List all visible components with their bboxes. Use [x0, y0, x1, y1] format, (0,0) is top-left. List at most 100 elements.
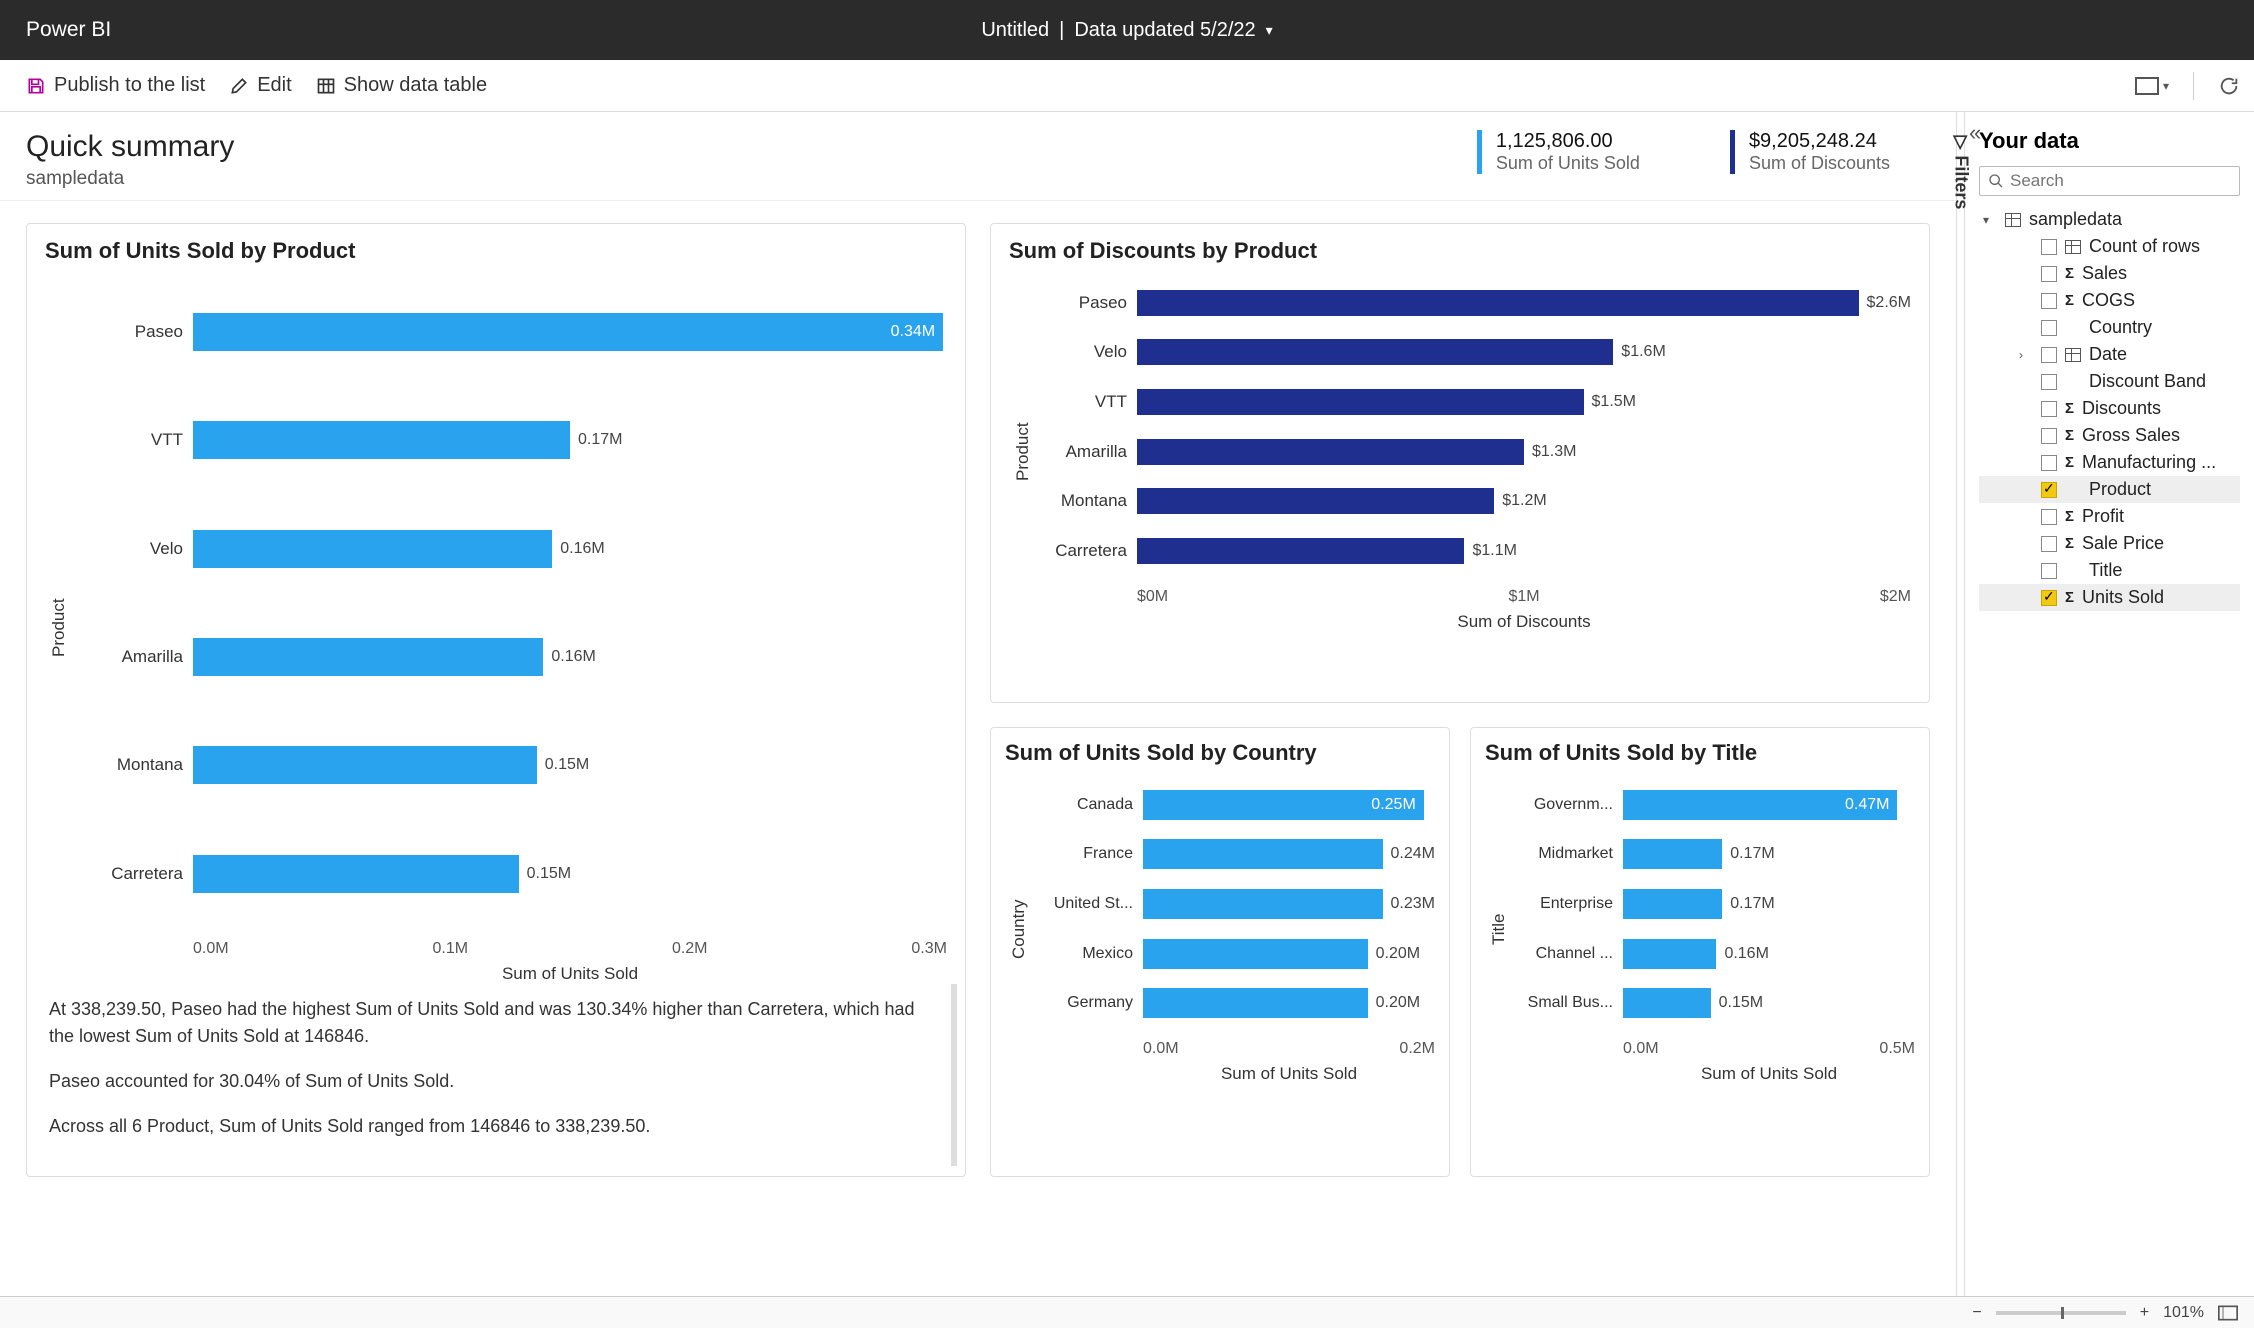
field-gross-sales[interactable]: ΣGross Sales: [1979, 422, 2240, 449]
checkbox[interactable]: [2041, 320, 2057, 336]
category-label: United St...: [1033, 895, 1143, 913]
field-label: Discounts: [2082, 398, 2161, 419]
kpi-discounts[interactable]: $9,205,248.24 Sum of Discounts: [1730, 130, 1890, 174]
sigma-icon: Σ: [2065, 508, 2074, 525]
kpi-value: 1,125,806.00: [1496, 130, 1640, 153]
field-units-sold[interactable]: ΣUnits Sold: [1979, 584, 2240, 611]
edit-button[interactable]: Edit: [217, 68, 303, 103]
x-tick: 0.3M: [911, 940, 947, 958]
field-sale-price[interactable]: ΣSale Price: [1979, 530, 2240, 557]
bar-row[interactable]: Canada0.25M: [1033, 790, 1435, 820]
bar-row[interactable]: United St...0.23M: [1033, 889, 1435, 919]
bar-row[interactable]: Amarilla$1.3M: [1037, 439, 1911, 465]
bar-row[interactable]: Small Bus...0.15M: [1513, 988, 1915, 1018]
chart-discounts-by-product[interactable]: Sum of Discounts by Product Product Pase…: [990, 223, 1930, 703]
bar-row[interactable]: Paseo0.34M: [73, 313, 947, 351]
kpi-units-sold[interactable]: 1,125,806.00 Sum of Units Sold: [1477, 130, 1640, 174]
bars: Governm...0.47M Midmarket0.17M Enterprise0…: [1513, 774, 1915, 1034]
category-label: Montana: [73, 755, 193, 775]
bar-row[interactable]: Velo$1.6M: [1037, 339, 1911, 365]
bar-row[interactable]: Mexico0.20M: [1033, 939, 1435, 969]
value-label: 0.16M: [551, 648, 595, 666]
refresh-button[interactable]: [2218, 75, 2240, 97]
status-bar: − + 101%: [0, 1296, 2254, 1328]
field-manufacturing-[interactable]: ΣManufacturing ...: [1979, 449, 2240, 476]
value-label: 0.20M: [1376, 945, 1420, 963]
search-input[interactable]: [2010, 171, 2231, 191]
field-label: Count of rows: [2089, 236, 2200, 257]
checkbox[interactable]: [2041, 401, 2057, 417]
category-label: Canada: [1033, 796, 1143, 814]
zoom-in-button[interactable]: +: [2140, 1304, 2149, 1322]
filters-rail[interactable]: « ▷Filters: [1957, 112, 1965, 1296]
bar-row[interactable]: Montana$1.2M: [1037, 488, 1911, 514]
tree-table-node[interactable]: ▾sampledata: [1979, 206, 2240, 233]
bar-row[interactable]: Velo0.16M: [73, 530, 947, 568]
bar: [193, 855, 519, 893]
show-data-table-button[interactable]: Show data table: [304, 68, 499, 103]
checkbox[interactable]: [2041, 509, 2057, 525]
bar-row[interactable]: Enterprise0.17M: [1513, 889, 1915, 919]
bar-row[interactable]: Montana0.15M: [73, 746, 947, 784]
checkbox[interactable]: [2041, 293, 2057, 309]
checkbox[interactable]: [2041, 563, 2057, 579]
value-label: $1.5M: [1592, 393, 1636, 411]
chart-units-by-country[interactable]: Sum of Units Sold by Country Country Can…: [990, 727, 1450, 1177]
value-label: $2.6M: [1867, 294, 1911, 312]
field-cogs[interactable]: ΣCOGS: [1979, 287, 2240, 314]
publish-button[interactable]: Publish to the list: [14, 68, 217, 103]
zoom-out-button[interactable]: −: [1972, 1304, 1981, 1322]
field-profit[interactable]: ΣProfit: [1979, 503, 2240, 530]
bar-row[interactable]: Midmarket0.17M: [1513, 839, 1915, 869]
value-label: 0.47M: [1845, 796, 1889, 814]
checkbox[interactable]: [2041, 374, 2057, 390]
checkbox[interactable]: [2041, 347, 2057, 363]
category-label: Velo: [73, 539, 193, 559]
zoom-slider[interactable]: [1996, 1311, 2126, 1315]
small-charts-row: Sum of Units Sold by Country Country Can…: [990, 727, 1930, 1177]
y-axis-label: Product: [45, 272, 73, 984]
bar-row[interactable]: Channel ...0.16M: [1513, 939, 1915, 969]
bar: [1623, 839, 1722, 869]
field-product[interactable]: Product: [1979, 476, 2240, 503]
checkbox[interactable]: [2041, 239, 2057, 255]
field-title[interactable]: Title: [1979, 557, 2240, 584]
chart-units-by-title[interactable]: Sum of Units Sold by Title Title Governm…: [1470, 727, 1930, 1177]
chevron-down-icon[interactable]: ▾: [1266, 22, 1273, 39]
search-input-wrap[interactable]: [1979, 166, 2240, 196]
checkbox[interactable]: [2041, 482, 2057, 498]
bar-row[interactable]: VTT$1.5M: [1037, 389, 1911, 415]
field-discount-band[interactable]: Discount Band: [1979, 368, 2240, 395]
insight-line: At 338,239.50, Paseo had the highest Sum…: [49, 996, 931, 1050]
field-discounts[interactable]: ΣDiscounts: [1979, 395, 2240, 422]
checkbox[interactable]: [2041, 428, 2057, 444]
field-country[interactable]: Country: [1979, 314, 2240, 341]
bar-row[interactable]: Carretera0.15M: [73, 855, 947, 893]
chart-units-by-product[interactable]: Sum of Units Sold by Product Product Pas…: [26, 223, 966, 1177]
y-axis-label: Product: [1009, 272, 1037, 632]
checkbox[interactable]: [2041, 455, 2057, 471]
checkbox[interactable]: [2041, 266, 2057, 282]
fit-to-page-button[interactable]: [2218, 1305, 2238, 1321]
bar-row[interactable]: Paseo$2.6M: [1037, 290, 1911, 316]
bar: 0.47M: [1623, 790, 1897, 820]
table-icon: [2065, 240, 2081, 254]
bar-row[interactable]: Germany0.20M: [1033, 988, 1435, 1018]
bar-row[interactable]: Amarilla0.16M: [73, 638, 947, 676]
view-mode-button[interactable]: ▾: [2135, 77, 2169, 95]
field-count-of-rows[interactable]: Count of rows: [1979, 233, 2240, 260]
bar-row[interactable]: VTT0.17M: [73, 421, 947, 459]
checkbox[interactable]: [2041, 536, 2057, 552]
cards-grid: Sum of Units Sold by Product Product Pas…: [0, 201, 1956, 1199]
bar-row[interactable]: Carretera$1.1M: [1037, 538, 1911, 564]
bar-row[interactable]: France0.24M: [1033, 839, 1435, 869]
field-sales[interactable]: ΣSales: [1979, 260, 2240, 287]
value-label: 0.24M: [1391, 845, 1435, 863]
field-date[interactable]: ›Date: [1979, 341, 2240, 368]
doc-title-area[interactable]: Untitled | Data updated 5/2/22 ▾: [981, 19, 1272, 42]
category-label: Germany: [1033, 994, 1143, 1012]
checkbox[interactable]: [2041, 590, 2057, 606]
x-axis-label: Sum of Units Sold: [1033, 1060, 1435, 1084]
x-axis-ticks: 0.0M0.2M: [1033, 1034, 1435, 1060]
bar-row[interactable]: Governm...0.47M: [1513, 790, 1915, 820]
